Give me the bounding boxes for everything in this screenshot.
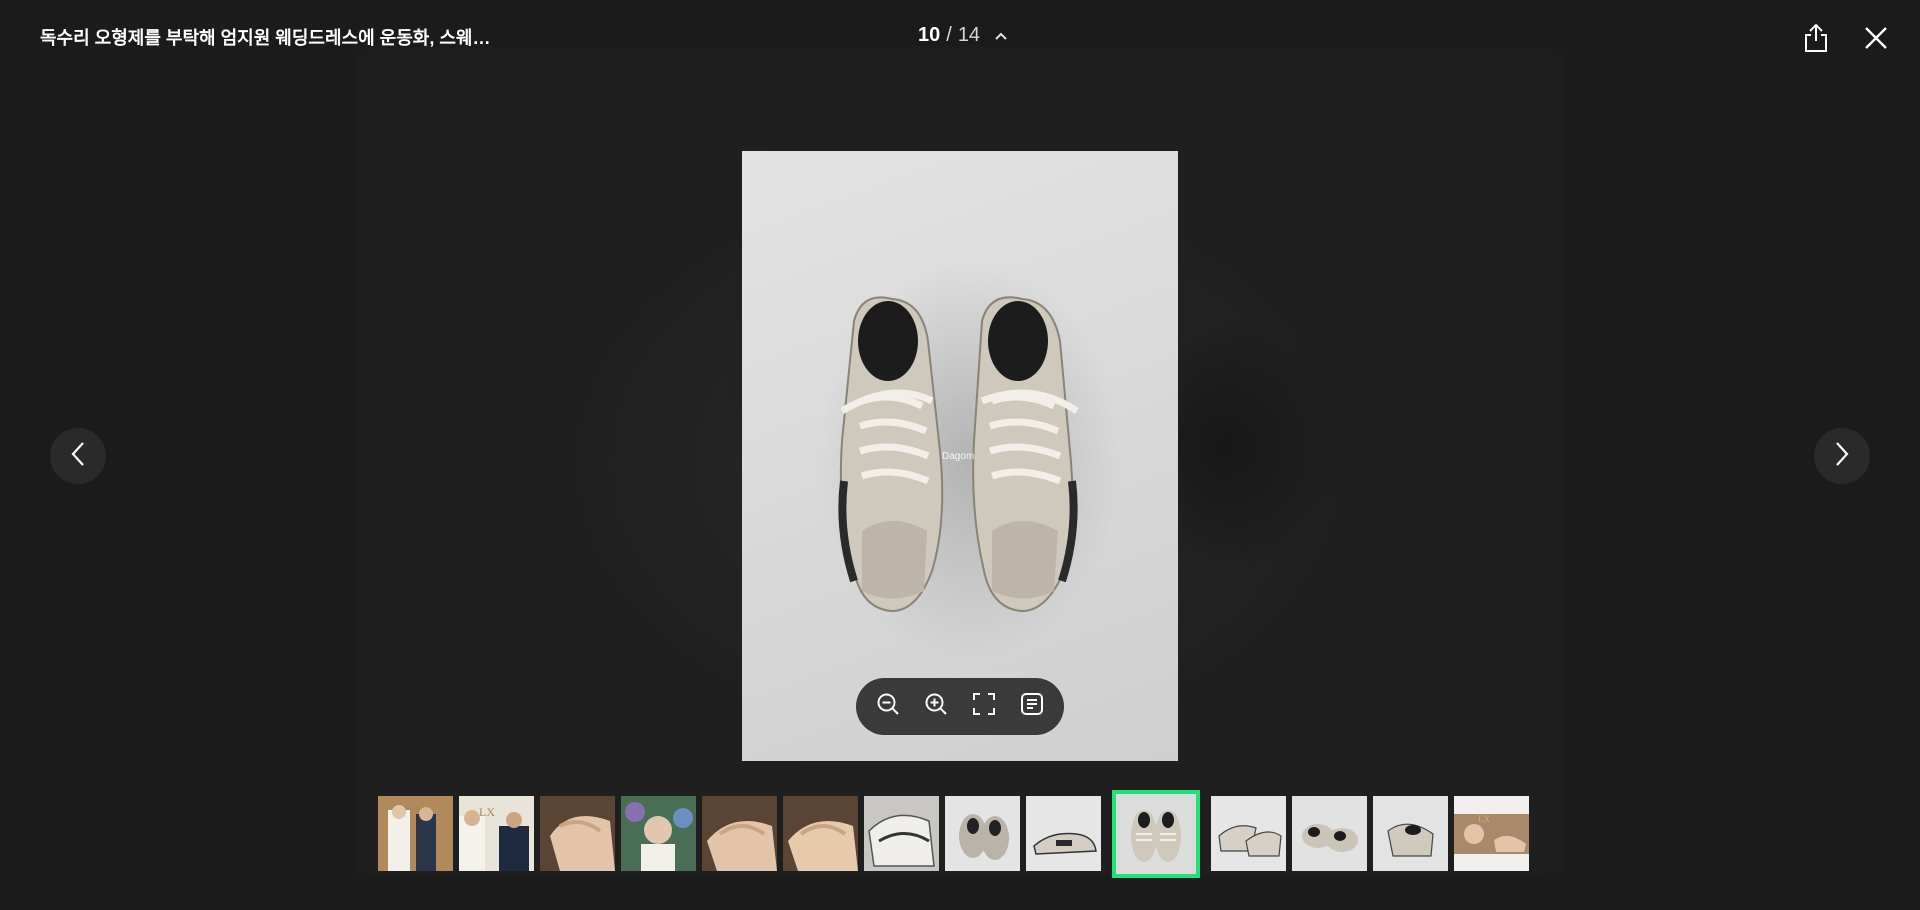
fullscreen-icon	[972, 692, 996, 721]
thumbnail-5[interactable]	[702, 796, 777, 871]
zoom-in-icon	[924, 692, 948, 721]
zoom-in-button[interactable]	[923, 692, 949, 721]
previous-image-button[interactable]	[50, 428, 106, 484]
thumbnail-9[interactable]	[1026, 796, 1101, 871]
close-icon	[1863, 25, 1889, 56]
main-photo[interactable]: Dagom	[742, 151, 1178, 761]
chevron-right-icon	[1834, 440, 1850, 473]
share-icon	[1803, 23, 1829, 58]
thumbnail-2[interactable]: LX	[459, 796, 534, 871]
article-icon	[1020, 692, 1044, 721]
share-button[interactable]	[1800, 23, 1832, 58]
counter-separator: /	[946, 24, 952, 46]
next-image-button[interactable]	[1814, 428, 1870, 484]
chevron-up-icon[interactable]	[994, 31, 1008, 41]
total-count: 14	[957, 24, 981, 46]
zoom-out-button[interactable]	[875, 692, 901, 721]
close-button[interactable]	[1858, 22, 1894, 58]
chevron-left-icon	[70, 440, 86, 473]
image-counter: 10 / 14	[918, 24, 1008, 47]
image-watermark: Dagom	[942, 451, 975, 462]
thumbnail-8[interactable]	[945, 796, 1020, 871]
thumbnail-4[interactable]	[621, 796, 696, 871]
current-index: 10	[918, 24, 941, 46]
fullscreen-button[interactable]	[971, 692, 997, 721]
svg-text:LX: LX	[479, 805, 495, 819]
thumbnail-10-selected[interactable]	[1112, 789, 1200, 878]
image-tools	[856, 678, 1064, 735]
thumbnail-13[interactable]	[1373, 796, 1448, 871]
thumbnail-12[interactable]	[1292, 796, 1367, 871]
thumbnail-7[interactable]	[864, 796, 939, 871]
article-title: 독수리 오형제를 부탁해 엄지원 웨딩드레스에 운동화, 스웨…	[40, 28, 490, 48]
thumbnail-11[interactable]	[1211, 796, 1286, 871]
thumbnail-6[interactable]	[783, 796, 858, 871]
thumbnail-3[interactable]	[540, 796, 615, 871]
svg-text:LX: LX	[1478, 814, 1490, 824]
thumbnail-14[interactable]: LX	[1454, 796, 1529, 871]
thumbnail-1[interactable]	[378, 796, 453, 871]
thumbnail-strip: LX LX	[378, 789, 1529, 878]
zoom-out-icon	[876, 692, 900, 721]
article-button[interactable]	[1019, 692, 1045, 721]
viewer-header: 독수리 오형제를 부탁해 엄지원 웨딩드레스에 운동화, 스웨… 10 / 14	[0, 0, 1920, 76]
